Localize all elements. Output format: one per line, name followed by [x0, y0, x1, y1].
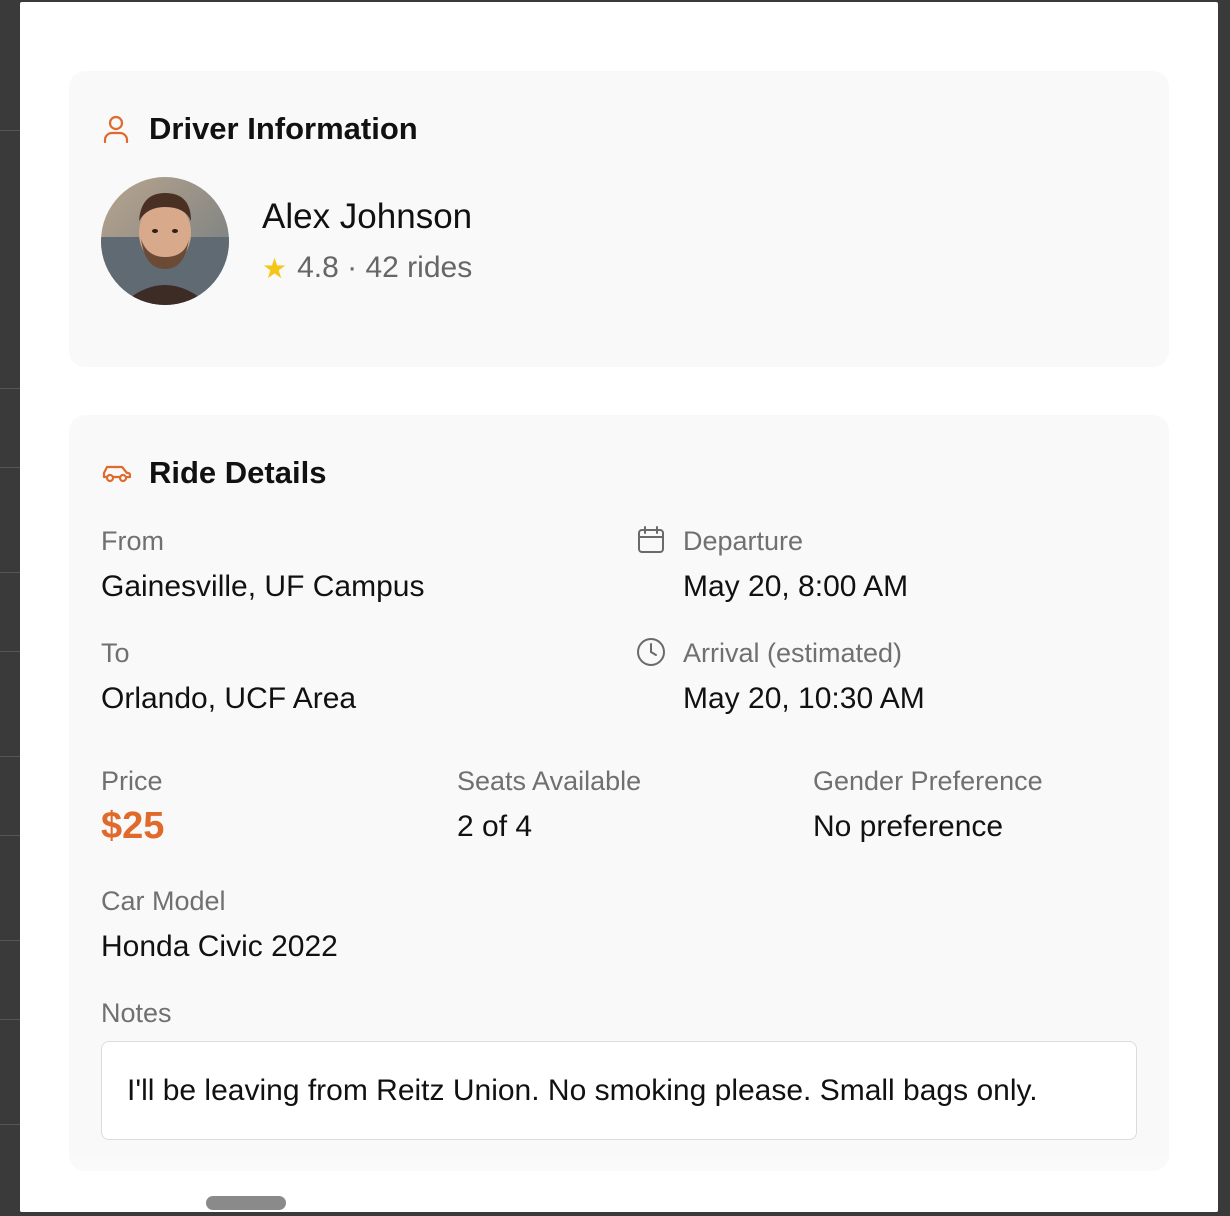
ride-details-card: Ride Details From Gainesville, UF Campus… — [69, 415, 1169, 1171]
car-icon — [101, 458, 131, 488]
car-model-value: Honda Civic 2022 — [101, 930, 338, 963]
to-field: To Orlando, UCF Area — [101, 638, 356, 716]
user-icon — [101, 114, 131, 144]
backdrop-divider — [0, 388, 20, 389]
backdrop-divider — [0, 1124, 20, 1125]
departure-value: May 20, 8:00 AM — [683, 570, 909, 603]
notes-label: Notes — [101, 998, 172, 1028]
calendar-icon — [638, 526, 664, 553]
backdrop-divider — [0, 1019, 20, 1020]
gender-preference-field: Gender Preference No preference — [813, 766, 1043, 844]
star-icon: ★ — [262, 252, 288, 284]
backdrop-divider — [0, 756, 20, 757]
backdrop-divider — [0, 467, 20, 468]
driver-rating: ★ 4.8 · 42 rides — [262, 251, 472, 285]
notes-field: Notes — [101, 998, 172, 1029]
arrival-value: May 20, 10:30 AM — [683, 682, 925, 715]
seats-label: Seats Available — [457, 766, 642, 796]
gender-preference-label: Gender Preference — [813, 766, 1043, 796]
scroll-fade — [20, 1152, 1218, 1212]
from-label: From — [101, 526, 164, 556]
backdrop-divider — [0, 651, 20, 652]
arrival-label: Arrival (estimated) — [683, 638, 903, 668]
price-field: Price $25 — [101, 766, 164, 848]
seats-value: 2 of 4 — [457, 810, 533, 843]
notes-box: I'll be leaving from Reitz Union. No smo… — [101, 1041, 1137, 1140]
driver-info-header: Driver Information — [101, 111, 418, 147]
horizontal-scrollbar-thumb[interactable] — [206, 1196, 286, 1210]
seats-field: Seats Available 2 of 4 — [457, 766, 641, 844]
arrival-field: Arrival (estimated) May 20, 10:30 AM — [683, 638, 925, 716]
ride-details-title: Ride Details — [149, 455, 327, 490]
from-value: Gainesville, UF Campus — [101, 570, 425, 603]
gender-preference-value: No preference — [813, 810, 1004, 843]
backdrop-divider — [0, 835, 20, 836]
car-model-label: Car Model — [101, 886, 226, 916]
departure-field: Departure May 20, 8:00 AM — [683, 526, 908, 604]
driver-avatar[interactable] — [101, 177, 229, 305]
driver-name: Alex Johnson — [262, 197, 473, 236]
ride-detail-modal: Driver Information Alex Johnson ★ 4.8 · … — [20, 2, 1218, 1212]
driver-rating-text: 4.8 · 42 rides — [297, 251, 473, 284]
backdrop-divider — [0, 940, 20, 941]
to-label: To — [101, 638, 130, 668]
backdrop-divider — [0, 130, 20, 131]
driver-info-title: Driver Information — [149, 111, 418, 146]
price-value: $25 — [101, 805, 165, 847]
driver-info-card: Driver Information Alex Johnson ★ 4.8 · … — [69, 71, 1169, 367]
car-model-field: Car Model Honda Civic 2022 — [101, 886, 338, 964]
price-label: Price — [101, 766, 163, 796]
backdrop-divider — [0, 572, 20, 573]
departure-label: Departure — [683, 526, 804, 556]
ride-details-header: Ride Details — [101, 455, 326, 491]
clock-icon — [637, 638, 665, 666]
to-value: Orlando, UCF Area — [101, 682, 357, 715]
from-field: From Gainesville, UF Campus — [101, 526, 424, 604]
